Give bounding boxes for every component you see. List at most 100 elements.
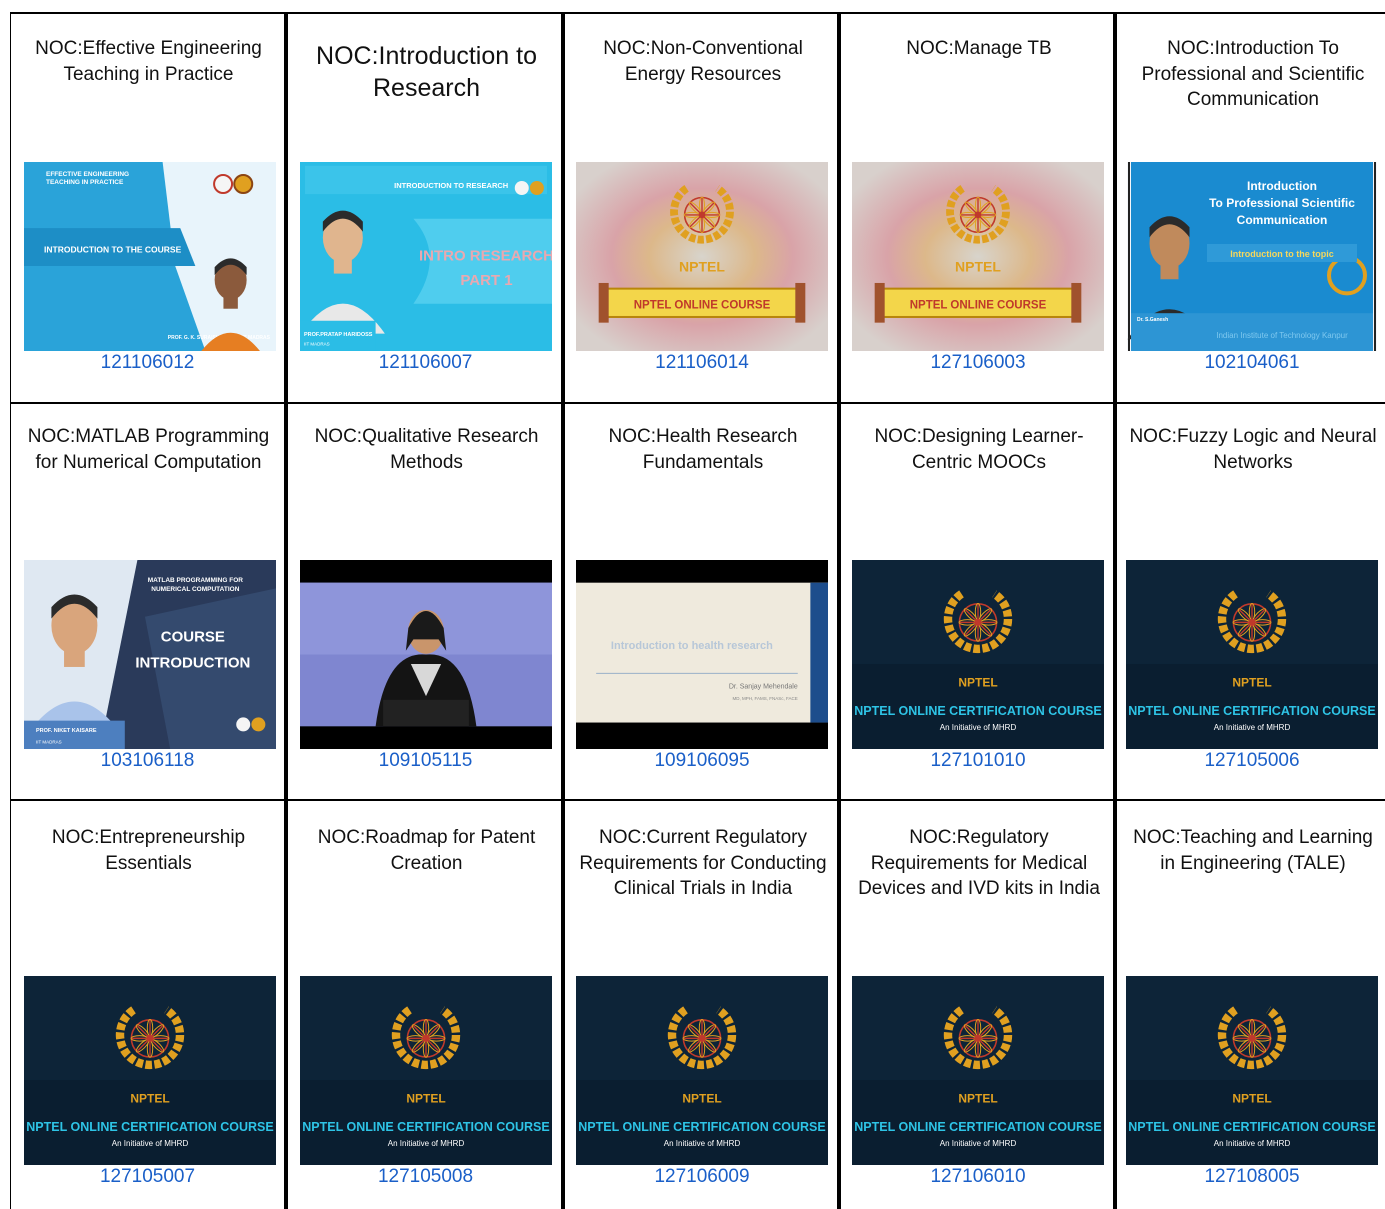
course-cell: NOC:MATLAB Programming for Numerical Com… <box>11 406 284 799</box>
thumbnail-image: MATLAB PROGRAMMING FOR NUMERICAL COMPUTAT… <box>24 560 276 749</box>
course-code-link[interactable]: 121106007 <box>290 351 561 375</box>
course-title: NOC:Qualitative Research Methods <box>314 426 539 473</box>
course-cell: NOC:Manage TB NPTEL NPTEL ONLINE COURSE 127… <box>843 14 1113 402</box>
thumb-banner: NPTEL ONLINE CERTIFICATION COURSE <box>302 1120 549 1134</box>
thumbnail-image: NPTEL NPTEL ONLINE CERTIFICATION COURSE An… <box>852 976 1104 1165</box>
thumb-brand: NPTEL <box>955 259 1001 275</box>
course-code-link[interactable]: 127106010 <box>843 1165 1113 1189</box>
thumb-heading: NUMERICAL COMPUTATION <box>151 586 239 593</box>
thumbnail-image: NPTEL NPTEL ONLINE CERTIFICATION COURSE An… <box>852 560 1104 749</box>
course-title: NOC:Introduction To Professional and Sci… <box>1141 38 1365 110</box>
course-thumbnail[interactable]: INTRODUCTION TO RESEARCH INTRO RESEARCH PA… <box>300 162 552 351</box>
course-thumbnail[interactable]: NPTEL NPTEL ONLINE CERTIFICATION COURSE An… <box>300 976 552 1165</box>
thumb-brand: NPTEL <box>1232 1092 1271 1106</box>
thumb-heading: EFFECTIVE ENGINEERING <box>46 171 129 178</box>
course-thumbnail[interactable]: Introduction To Professional Scientific Co… <box>1127 162 1377 351</box>
course-title: NOC:Designing Learner-Centric MOOCs <box>874 426 1084 473</box>
thumb-background <box>576 162 828 351</box>
thumbnail-image: NPTEL NPTEL ONLINE CERTIFICATION COURSE An… <box>300 976 552 1165</box>
grid-row-divider-1 <box>10 402 1385 404</box>
thumb-banner: NPTEL ONLINE CERTIFICATION COURSE <box>1128 1120 1375 1134</box>
course-code-link[interactable]: 127106009 <box>567 1165 837 1189</box>
course-title: NOC:Health Research Fundamentals <box>608 426 798 473</box>
course-title: NOC:Regulatory Requirements for Medical … <box>858 827 1100 899</box>
course-code-link[interactable]: 127105006 <box>1119 749 1385 773</box>
course-title: NOC:Manage TB <box>906 38 1052 59</box>
course-cell: NOC:Non-Conventional Energy Resources NPT… <box>567 14 837 402</box>
thumbnail-image: INTRODUCTION TO RESEARCH INTRO RESEARCH PA… <box>300 162 552 351</box>
course-code-link[interactable]: 109105115 <box>290 749 561 773</box>
course-cell: NOC:Fuzzy Logic and Neural Networks NPTEL… <box>1119 406 1385 799</box>
course-code-link[interactable]: 127105008 <box>290 1165 561 1189</box>
course-thumbnail[interactable]: MATLAB PROGRAMMING FOR NUMERICAL COMPUTAT… <box>24 560 276 749</box>
course-thumbnail[interactable]: NPTEL NPTEL ONLINE COURSE <box>852 162 1104 351</box>
course-thumbnail[interactable]: NPTEL NPTEL ONLINE CERTIFICATION COURSE An… <box>852 560 1104 749</box>
thumb-brand: NPTEL <box>130 1092 169 1106</box>
thumb-main: COURSE <box>161 628 225 645</box>
thumb-footer: IIT MADRAS <box>36 739 62 744</box>
grid-col-divider-4 <box>1113 12 1117 1209</box>
course-title: NOC:Roadmap for Patent Creation <box>317 827 536 874</box>
thumb-brand: NPTEL <box>958 676 997 690</box>
course-cell: NOC:Introduction To Professional and Sci… <box>1119 14 1385 402</box>
course-code-link[interactable]: 121106012 <box>11 351 284 375</box>
course-title: NOC:Effective Engineering Teaching in Pr… <box>35 38 262 85</box>
course-code-link[interactable]: 102104061 <box>1119 351 1385 375</box>
course-cell: NOC:Roadmap for Patent Creation NPTEL NPTE… <box>290 803 561 1209</box>
thumb-main: INTRODUCTION <box>135 655 250 672</box>
thumbnail-image: NPTEL NPTEL ONLINE CERTIFICATION COURSE An… <box>576 976 828 1165</box>
course-thumbnail[interactable]: NPTEL NPTEL ONLINE CERTIFICATION COURSE An… <box>24 976 276 1165</box>
thumb-banner: NPTEL ONLINE CERTIFICATION COURSE <box>1128 704 1375 718</box>
course-code-link[interactable]: 127105007 <box>11 1165 284 1189</box>
course-code-link[interactable]: 121106014 <box>567 351 837 375</box>
thumb-heading: Communication <box>1237 213 1328 227</box>
course-thumbnail[interactable] <box>300 560 552 749</box>
grid-row-divider-2 <box>10 799 1385 801</box>
thumb-heading: MATLAB PROGRAMMING FOR <box>148 577 244 584</box>
course-code-link[interactable]: 127106003 <box>843 351 1113 375</box>
course-code-link[interactable]: 109106095 <box>567 749 837 773</box>
course-code-link[interactable]: 103106118 <box>11 749 284 773</box>
course-title: NOC:Introduction to Research <box>316 42 537 102</box>
thumbnail-image: Introduction to health research Dr. Sanja… <box>576 560 828 749</box>
thumb-subtitle: An Initiative of MHRD <box>388 1139 465 1148</box>
thumb-banner: NPTEL ONLINE CERTIFICATION COURSE <box>26 1120 273 1134</box>
course-thumbnail[interactable]: NPTEL NPTEL ONLINE CERTIFICATION COURSE An… <box>1126 560 1378 749</box>
course-code-link[interactable]: 127108005 <box>1119 1165 1385 1189</box>
grid-col-divider-3 <box>837 12 841 1209</box>
thumb-subtitle: An Initiative of MHRD <box>1214 723 1291 732</box>
thumb-subtitle: An Initiative of MHRD <box>940 1139 1017 1148</box>
thumbnail-image: NPTEL NPTEL ONLINE COURSE <box>852 162 1104 351</box>
thumb-heading: Introduction <box>1247 179 1317 193</box>
course-thumbnail[interactable]: NPTEL NPTEL ONLINE CERTIFICATION COURSE An… <box>1126 976 1378 1165</box>
course-thumbnail[interactable]: Introduction to health research Dr. Sanja… <box>576 560 828 749</box>
course-cell: NOC:Current Regulatory Requirements for … <box>567 803 837 1209</box>
thumb-main: Introduction to the topic <box>1230 249 1333 259</box>
thumb-main: Introduction to health research <box>611 640 773 652</box>
thumb-brand: NPTEL <box>406 1092 445 1106</box>
thumb-footer: Dr. Sanjay Mehendale <box>729 684 798 691</box>
thumbnail-image: NPTEL NPTEL ONLINE CERTIFICATION COURSE An… <box>1126 976 1378 1165</box>
course-cell: NOC:Teaching and Learning in Engineering… <box>1119 803 1385 1209</box>
course-code-link[interactable]: 127101010 <box>843 749 1113 773</box>
thumb-footer: PROF. NIKET KAISARE <box>36 728 97 734</box>
course-cell: NOC:Regulatory Requirements for Medical … <box>843 803 1113 1209</box>
thumbnail-image: NPTEL NPTEL ONLINE CERTIFICATION COURSE An… <box>24 976 276 1165</box>
thumb-banner: NPTEL ONLINE CERTIFICATION COURSE <box>578 1120 825 1134</box>
thumbnail-image: NPTEL NPTEL ONLINE COURSE <box>576 162 828 351</box>
thumb-main: PART 1 <box>460 272 512 289</box>
course-thumbnail[interactable]: NPTEL NPTEL ONLINE COURSE <box>576 162 828 351</box>
thumb-subtitle: An Initiative of MHRD <box>112 1139 189 1148</box>
course-title: NOC:MATLAB Programming for Numerical Com… <box>27 426 270 473</box>
thumb-banner: NPTEL ONLINE CERTIFICATION COURSE <box>854 1120 1101 1134</box>
course-cell: NOC:Introduction to Research INTRODUCTION… <box>290 14 561 402</box>
thumb-heading: INTRODUCTION TO RESEARCH <box>394 181 508 190</box>
course-title: NOC:Fuzzy Logic and Neural Networks <box>1129 426 1377 473</box>
thumbnail-image <box>300 560 552 749</box>
course-title: NOC:Entrepreneurship Essentials <box>51 827 246 874</box>
thumb-banner: NPTEL ONLINE COURSE <box>634 299 771 311</box>
course-thumbnail[interactable]: NPTEL NPTEL ONLINE CERTIFICATION COURSE An… <box>852 976 1104 1165</box>
course-cell: NOC:Qualitative Research Methods 10910511… <box>290 406 561 799</box>
course-thumbnail[interactable]: EFFECTIVE ENGINEERING TEACHING IN PRACTIC… <box>24 162 276 351</box>
course-thumbnail[interactable]: NPTEL NPTEL ONLINE CERTIFICATION COURSE An… <box>576 976 828 1165</box>
